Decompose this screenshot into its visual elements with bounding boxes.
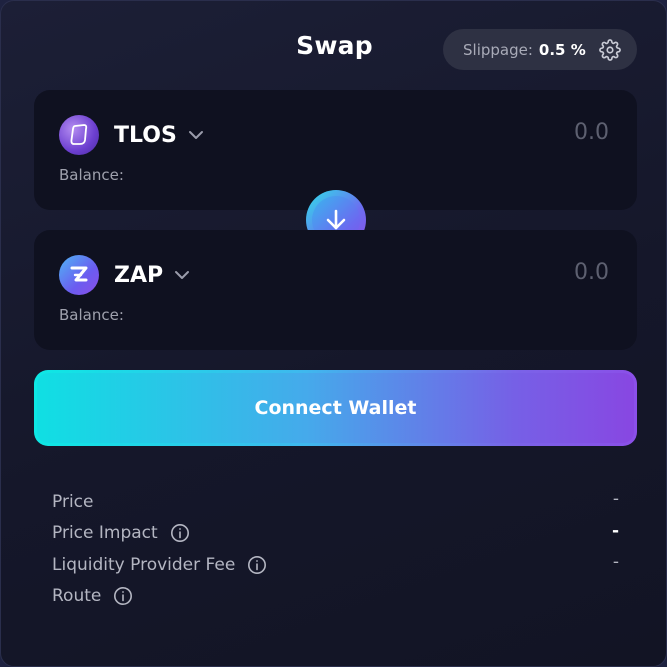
from-amount-input[interactable]	[409, 120, 609, 145]
swap-card: Swap Slippage: 0.5 % TLOS Balance:	[0, 0, 667, 667]
detail-row-route: Route	[52, 581, 619, 613]
info-icon[interactable]	[247, 555, 267, 575]
slippage-label: Slippage:	[463, 40, 533, 59]
info-icon[interactable]	[170, 523, 190, 543]
detail-value: -	[612, 489, 619, 509]
to-token-name: ZAP	[114, 262, 164, 288]
connect-wallet-button[interactable]: Connect Wallet	[34, 370, 637, 446]
tlos-mark-icon	[70, 124, 88, 145]
from-token-selector[interactable]: TLOS	[59, 115, 205, 155]
zap-mark-icon	[70, 266, 88, 282]
detail-label: Price Impact	[52, 523, 158, 544]
to-balance-label: Balance:	[59, 306, 124, 324]
detail-label: Liquidity Provider Fee	[52, 554, 236, 575]
from-token-name: TLOS	[114, 122, 177, 148]
detail-row-lp-fee: Liquidity Provider Fee -	[52, 549, 619, 581]
to-token-selector[interactable]: ZAP	[59, 255, 191, 295]
chevron-down-icon	[188, 131, 203, 139]
detail-row-price: Price -	[52, 486, 619, 518]
detail-row-price-impact: Price Impact -	[52, 518, 619, 550]
info-icon[interactable]	[113, 586, 133, 606]
to-amount-input[interactable]	[409, 260, 609, 285]
detail-label: Price	[52, 491, 94, 512]
detail-value: -	[612, 552, 619, 572]
slippage-value: 0.5 %	[538, 40, 586, 59]
zap-logo-icon	[59, 255, 99, 295]
detail-value: -	[611, 520, 619, 541]
gear-icon[interactable]	[599, 39, 621, 61]
detail-label: Route	[52, 586, 102, 607]
to-token-panel: ZAP Balance:	[34, 230, 637, 350]
connect-wallet-label: Connect Wallet	[37, 373, 634, 443]
from-balance-label: Balance:	[59, 166, 124, 184]
swap-details: Price - Price Impact - Liquidity Provide…	[52, 486, 619, 612]
slippage-button[interactable]: Slippage: 0.5 %	[443, 29, 637, 70]
tlos-logo-icon	[59, 115, 99, 155]
chevron-down-icon	[175, 271, 190, 279]
